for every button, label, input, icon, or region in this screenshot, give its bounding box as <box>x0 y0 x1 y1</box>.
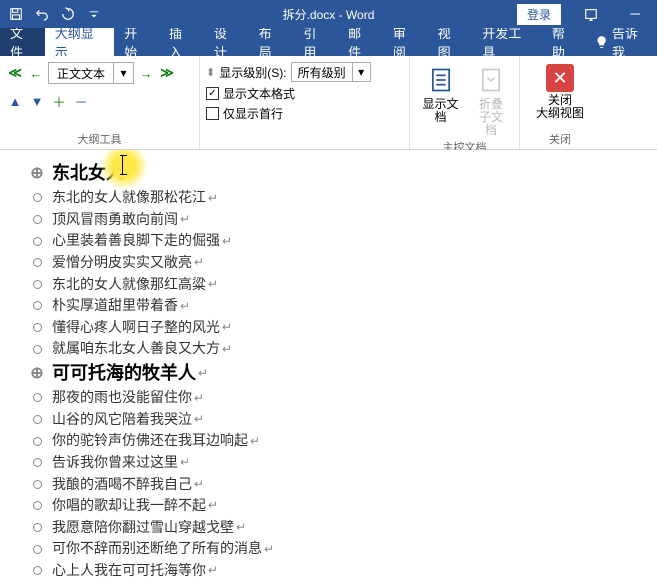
chevron-down-icon[interactable]: ▾ <box>113 63 133 83</box>
body-text: 朴实厚道甜里带着香 <box>52 296 178 316</box>
outline-bullet[interactable] <box>30 434 44 448</box>
promote-button[interactable]: ← <box>27 64 45 82</box>
outline-bullet[interactable] <box>30 213 44 227</box>
outline-bullet[interactable] <box>30 299 44 313</box>
tab-design[interactable]: 设计 <box>204 28 249 56</box>
collapse-button[interactable]: － <box>72 92 90 110</box>
body-text: 东北的女人就像那松花江 <box>52 188 206 208</box>
body-text: 懂得心疼人啊日子整的风光 <box>52 318 220 338</box>
outline-bullet[interactable] <box>30 277 44 291</box>
group-close: 关闭 <box>526 131 594 149</box>
close-outline-view-button[interactable]: ✕ 关闭大纲视图 <box>530 62 590 122</box>
document-body[interactable]: ⊕东北女人↵ 东北的女人就像那松花江↵ 顶风冒雨勇敢向前闯↵ 心里装着善良脚下走… <box>0 150 657 581</box>
outline-bullet-plus[interactable]: ⊕ <box>30 167 44 181</box>
heading: 可可托海的牧羊人 <box>52 361 196 386</box>
collapse-icon <box>475 64 507 96</box>
outline-bullet[interactable] <box>30 321 44 335</box>
body-text: 山谷的风它陪着我哭泣 <box>52 410 192 430</box>
demote-to-body-button[interactable]: ≫ <box>158 64 176 82</box>
tab-mailings[interactable]: 邮件 <box>338 28 383 56</box>
body-text: 东北的女人就像那红高粱 <box>52 275 206 295</box>
qat-customize-icon[interactable] <box>82 2 106 26</box>
body-text: 我愿意陪你翻过雪山穿越戈壁 <box>52 518 234 538</box>
body-text: 心上人我在可可托海等你 <box>52 561 206 581</box>
outline-bullet[interactable] <box>30 342 44 356</box>
move-up-button[interactable]: ▲ <box>6 92 24 110</box>
show-first-line-checkbox[interactable] <box>206 107 219 120</box>
tab-file[interactable]: 文件 <box>0 28 45 56</box>
promote-to-heading1-button[interactable]: ≪ <box>6 64 24 82</box>
demote-button[interactable]: → <box>137 64 155 82</box>
outline-bullet[interactable] <box>30 456 44 470</box>
tab-layout[interactable]: 布局 <box>249 28 294 56</box>
show-level-label: 显示级别(S): <box>219 64 286 81</box>
outline-bullet-plus[interactable]: ⊕ <box>30 367 44 381</box>
lightbulb-icon <box>595 35 608 49</box>
outline-bullet[interactable] <box>30 234 44 248</box>
window-title: 拆分.docx - Word <box>283 6 375 23</box>
close-icon: ✕ <box>546 64 574 92</box>
tell-me[interactable]: 告诉我 <box>587 28 657 56</box>
body-text: 就属咱东北女人善良又大方 <box>52 339 220 359</box>
body-text: 顶风冒雨勇敢向前闯 <box>52 210 178 230</box>
body-text: 爱憎分明皮实实又敞亮 <box>52 253 192 273</box>
save-icon[interactable] <box>4 2 28 26</box>
body-text: 心里装着善良脚下走的倔强 <box>52 231 220 251</box>
tab-insert[interactable]: 插入 <box>159 28 204 56</box>
outline-bullet[interactable] <box>30 413 44 427</box>
tab-home[interactable]: 开始 <box>114 28 159 56</box>
outline-bullet[interactable] <box>30 391 44 405</box>
body-text: 我酿的酒喝不醉我自己 <box>52 475 192 495</box>
outline-level-select[interactable]: 正文文本 ▾ <box>48 62 134 84</box>
body-text: 你唱的歌却让我一醉不起 <box>52 496 206 516</box>
outline-bullet[interactable] <box>30 542 44 556</box>
minimize-button[interactable] <box>613 0 657 28</box>
heading: 东北女人 <box>52 161 124 186</box>
tab-developer[interactable]: 开发工具 <box>472 28 542 56</box>
tab-outline[interactable]: 大纲显示 <box>45 28 115 56</box>
text-cursor <box>122 156 123 174</box>
show-text-formatting-checkbox[interactable]: ✓ <box>206 87 219 100</box>
show-level-select[interactable]: 所有级别 ▾ <box>291 62 371 82</box>
outline-bullet[interactable] <box>30 191 44 205</box>
body-text: 可你不辞而别还断绝了所有的消息 <box>52 539 262 559</box>
outline-bullet[interactable] <box>30 520 44 534</box>
body-text: 告诉我你曾来过这里 <box>52 453 178 473</box>
body-text: 那夜的雨也没能留住你 <box>52 388 192 408</box>
tab-view[interactable]: 视图 <box>428 28 473 56</box>
outline-bullet[interactable] <box>30 499 44 513</box>
expand-button[interactable]: ＋ <box>50 92 68 110</box>
outline-bullet[interactable] <box>30 477 44 491</box>
login-button[interactable]: 登录 <box>517 4 561 25</box>
move-down-button[interactable]: ▼ <box>28 92 46 110</box>
show-document-button[interactable]: 显示文档 <box>416 62 465 126</box>
group-outline-tools: 大纲工具 <box>6 131 193 149</box>
outline-bullet[interactable] <box>30 564 44 578</box>
chevron-down-icon[interactable]: ▾ <box>352 63 370 81</box>
undo-icon[interactable] <box>30 2 54 26</box>
redo-icon[interactable] <box>56 2 80 26</box>
outline-bullet[interactable] <box>30 256 44 270</box>
tab-help[interactable]: 帮助 <box>542 28 587 56</box>
ribbon-options-icon[interactable] <box>569 0 613 28</box>
document-icon <box>425 64 457 96</box>
tab-references[interactable]: 引用 <box>293 28 338 56</box>
tab-review[interactable]: 审阅 <box>383 28 428 56</box>
body-text: 你的驼铃声仿佛还在我耳边响起 <box>52 431 248 451</box>
collapse-subdocuments-button: 折叠子文档 <box>469 62 513 139</box>
